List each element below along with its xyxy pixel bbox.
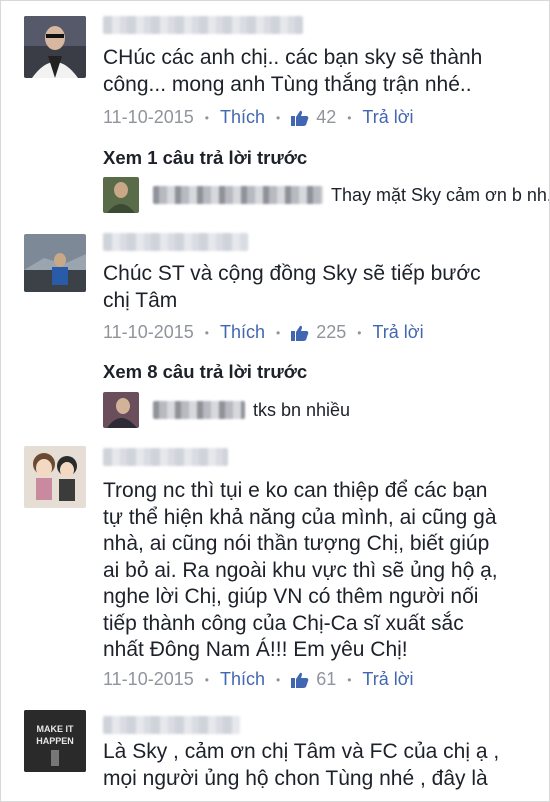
reply-preview-text: tks bn nhiều bbox=[253, 399, 351, 420]
reply-button[interactable]: Trả lời bbox=[362, 107, 413, 128]
reply-button[interactable]: Trả lời bbox=[362, 669, 413, 690]
thumbs-up-icon[interactable] bbox=[291, 110, 309, 126]
like-count: 61 bbox=[316, 669, 337, 689]
separator-dot: • bbox=[347, 110, 352, 125]
separator-dot: • bbox=[204, 325, 209, 340]
comment-text: CHúc các anh chị.. các bạn sky sẽ thành … bbox=[103, 46, 483, 96]
separator-dot: • bbox=[275, 325, 281, 340]
comment-meta: 11-10-2015 • Thích • 42 • Trả lời bbox=[103, 107, 414, 128]
commenter-avatar[interactable]: MAKE IT HAPPEN bbox=[24, 710, 86, 772]
like-button[interactable]: Thích bbox=[220, 107, 265, 128]
commenter-name-blurred[interactable] bbox=[103, 448, 228, 466]
like-button[interactable]: Thích bbox=[220, 322, 265, 343]
view-previous-replies[interactable]: Xem 1 câu trả lời trước bbox=[103, 147, 307, 169]
comment-meta: 11-10-2015 • Thích • 61 • Trả lời bbox=[103, 669, 414, 690]
commenter-name-blurred[interactable] bbox=[103, 16, 303, 34]
comment-text: Chúc ST và cộng đồng Sky sẽ tiếp bước ch… bbox=[103, 262, 481, 312]
like-count: 225 bbox=[316, 322, 347, 342]
commenter-avatar[interactable] bbox=[24, 234, 86, 292]
commenter-name-blurred[interactable] bbox=[103, 716, 240, 734]
reply-preview-row[interactable]: Thay mặt Sky cảm ơn b nh... bbox=[103, 177, 550, 213]
view-previous-replies[interactable]: Xem 8 câu trả lời trước bbox=[103, 361, 307, 383]
commenter-avatar[interactable] bbox=[24, 16, 86, 78]
comment-meta: 11-10-2015 • Thích • 225 • Trả lời bbox=[103, 322, 424, 343]
make-it-happen-logo: MAKE IT HAPPEN bbox=[24, 710, 86, 772]
comment-date: 11-10-2015 bbox=[103, 107, 194, 127]
reply-name-blurred[interactable] bbox=[153, 401, 245, 419]
commenter-name-blurred[interactable] bbox=[103, 233, 248, 251]
svg-text:MAKE IT: MAKE IT bbox=[37, 724, 75, 734]
separator-dot: • bbox=[275, 672, 281, 687]
like-count: 42 bbox=[316, 107, 337, 127]
reply-name-blurred[interactable] bbox=[153, 186, 323, 204]
reply-preview-text: Thay mặt Sky cảm ơn b nh... bbox=[331, 184, 550, 205]
comment-date: 11-10-2015 bbox=[103, 669, 194, 689]
reply-avatar[interactable] bbox=[103, 392, 139, 428]
commenter-avatar[interactable] bbox=[24, 446, 86, 508]
reply-avatar[interactable] bbox=[103, 177, 139, 213]
thumbs-up-icon[interactable] bbox=[291, 672, 309, 688]
like-button[interactable]: Thích bbox=[220, 669, 265, 690]
separator-dot: • bbox=[204, 110, 209, 125]
separator-dot: • bbox=[347, 672, 352, 687]
svg-text:HAPPEN: HAPPEN bbox=[36, 736, 74, 746]
reply-preview-row[interactable]: tks bn nhiều bbox=[103, 392, 350, 428]
thumbs-up-icon[interactable] bbox=[291, 325, 309, 341]
separator-dot: • bbox=[275, 110, 281, 125]
comment-text: Là Sky , cảm ơn chị Tâm và FC của chị ạ … bbox=[103, 740, 500, 790]
separator-dot: • bbox=[204, 672, 209, 687]
comment-text: Trong nc thì tụi e ko can thiệp để các b… bbox=[103, 479, 498, 661]
reply-button[interactable]: Trả lời bbox=[372, 322, 423, 343]
comment-date: 11-10-2015 bbox=[103, 322, 194, 342]
separator-dot: • bbox=[357, 325, 362, 340]
